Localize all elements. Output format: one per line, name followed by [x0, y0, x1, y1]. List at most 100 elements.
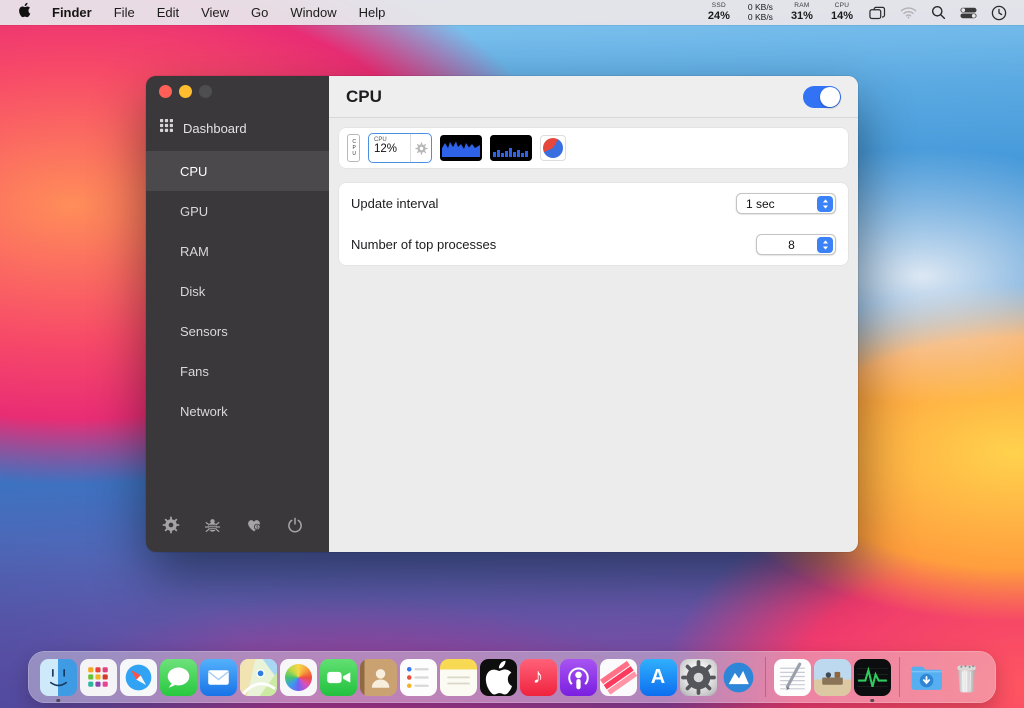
stats-settings-window: Dashboard CPUGPURAMDiskSensorsFansNetwor…: [146, 76, 858, 552]
dock-item-notes: [440, 651, 477, 703]
widget-option-label-value-selected[interactable]: CPU 12%: [368, 133, 432, 163]
dock-item-activity-monitor: [854, 651, 891, 703]
sidebar-item-label: Dashboard: [183, 121, 247, 136]
dock-item-system-preferences: [680, 651, 717, 703]
widget-preview-text: CPU 12%: [369, 134, 410, 162]
statusbar-stat-ram[interactable]: RAM31%: [791, 3, 813, 22]
dock-news-icon[interactable]: [600, 659, 637, 696]
power-icon: [286, 516, 304, 539]
close-button[interactable]: [159, 85, 172, 98]
dock-item-maps: [240, 651, 277, 703]
dock-trash-icon[interactable]: [948, 659, 985, 696]
widget-preview-value: 12%: [374, 144, 410, 156]
menu-bar: Finder FileEditViewGoWindowHelp SSD24% 0 …: [0, 0, 1024, 25]
dock-item-app-store: A: [640, 651, 677, 703]
dock-item-contacts: [360, 651, 397, 703]
menu-edit[interactable]: Edit: [146, 5, 190, 20]
dock-messages-icon[interactable]: [160, 659, 197, 696]
menu-window[interactable]: Window: [279, 5, 347, 20]
widget-option-bar-chart[interactable]: [490, 135, 532, 161]
dock-item-downloads: [908, 651, 945, 703]
menu-file[interactable]: File: [103, 5, 146, 20]
widget-option-pie-chart[interactable]: [540, 135, 566, 161]
dock-item-facetime: [320, 651, 357, 703]
app-menu-finder[interactable]: Finder: [41, 5, 103, 20]
minimize-button[interactable]: [179, 85, 192, 98]
menu-go[interactable]: Go: [240, 5, 279, 20]
zoom-button-disabled: [199, 85, 212, 98]
dock-facetime-icon[interactable]: [320, 659, 357, 696]
widget-option-mini-label[interactable]: CPU: [347, 134, 360, 162]
traffic-lights: [146, 76, 329, 98]
panel-header: CPU: [329, 76, 858, 118]
dock: tv♪ A: [28, 651, 996, 703]
dock-item-messages: [160, 651, 197, 703]
dock-separator: [765, 657, 766, 697]
statusbar-wifi-icon[interactable]: [900, 6, 917, 19]
menu-view[interactable]: View: [190, 5, 240, 20]
dock-activity-monitor-icon[interactable]: [854, 659, 891, 696]
toggle-knob: [820, 87, 840, 107]
sidebar-item-ram[interactable]: RAM: [146, 231, 329, 271]
dock-mountain-app-icon[interactable]: [720, 659, 757, 696]
dock-podcasts-icon[interactable]: [560, 659, 597, 696]
dock-launchpad-icon[interactable]: [80, 659, 117, 696]
top-processes-value: 8: [766, 238, 817, 252]
sidebar-item-dashboard[interactable]: Dashboard: [146, 111, 329, 145]
stat-value: 31%: [791, 11, 813, 22]
dock-maps-icon[interactable]: [240, 659, 277, 696]
main-panel: CPU CPU CPU 12%: [329, 76, 858, 552]
dashboard-grid-icon: [160, 119, 173, 137]
dock-notes-icon[interactable]: [440, 659, 477, 696]
statusbar-network-rates[interactable]: 0 KB/s0 KB/s: [748, 3, 773, 23]
pie-chart-icon: [543, 138, 563, 158]
statusbar-windows-icon[interactable]: [869, 6, 886, 20]
stat-label: RAM: [791, 3, 813, 10]
widget-picker: CPU CPU 12%: [339, 128, 848, 168]
update-interval-value: 1 sec: [746, 197, 775, 211]
menu-help[interactable]: Help: [348, 5, 397, 20]
statusbar-control-center-icon[interactable]: [960, 7, 977, 19]
dock-mail-icon[interactable]: [200, 659, 237, 696]
statusbar-clock-icon[interactable]: [991, 5, 1007, 21]
dock-safari-icon[interactable]: [120, 659, 157, 696]
stat-label: CPU: [831, 3, 853, 10]
dock-finder-icon[interactable]: [40, 659, 77, 696]
dock-textedit-icon[interactable]: [774, 659, 811, 696]
net-download-rate: 0 KB/s: [748, 13, 773, 23]
report-bug-button[interactable]: [200, 515, 224, 539]
apple-menu[interactable]: [10, 2, 41, 23]
stat-label: SSD: [708, 3, 730, 10]
statusbar-search-icon[interactable]: [931, 5, 946, 20]
settings-button[interactable]: [159, 515, 183, 539]
statusbar-stat-ssd[interactable]: SSD24%: [708, 3, 730, 22]
sidebar-item-network[interactable]: Network: [146, 391, 329, 431]
dock-photos-icon[interactable]: [280, 659, 317, 696]
running-indicator: [870, 699, 874, 703]
sidebar-item-cpu[interactable]: CPU: [146, 151, 329, 191]
top-processes-dropdown[interactable]: 8: [756, 234, 836, 255]
quit-button[interactable]: [283, 515, 307, 539]
module-enabled-toggle[interactable]: [803, 86, 841, 108]
dock-contacts-icon[interactable]: [360, 659, 397, 696]
sidebar-item-sensors[interactable]: Sensors: [146, 311, 329, 351]
widget-settings-gear-icon[interactable]: [410, 134, 431, 162]
dock-preview-icon[interactable]: [814, 659, 851, 696]
sidebar-item-disk[interactable]: Disk: [146, 271, 329, 311]
dock-tv-icon[interactable]: tv: [480, 659, 517, 696]
sidebar-item-fans[interactable]: Fans: [146, 351, 329, 391]
dock-reminders-icon[interactable]: [400, 659, 437, 696]
donate-button[interactable]: $: [242, 515, 266, 539]
sidebar-item-gpu[interactable]: GPU: [146, 191, 329, 231]
widget-option-line-chart[interactable]: [440, 135, 482, 161]
dock-downloads-icon[interactable]: [908, 659, 945, 696]
running-indicator: [56, 699, 60, 703]
stat-value: 14%: [831, 11, 853, 22]
dock-music-icon[interactable]: ♪: [520, 659, 557, 696]
dock-system-preferences-icon[interactable]: [680, 659, 717, 696]
update-interval-dropdown[interactable]: 1 sec: [736, 193, 836, 214]
bug-icon: [203, 515, 222, 539]
apple-logo-icon: [18, 2, 31, 23]
statusbar-stat-cpu[interactable]: CPU14%: [831, 3, 853, 22]
dock-app-store-icon[interactable]: A: [640, 659, 677, 696]
